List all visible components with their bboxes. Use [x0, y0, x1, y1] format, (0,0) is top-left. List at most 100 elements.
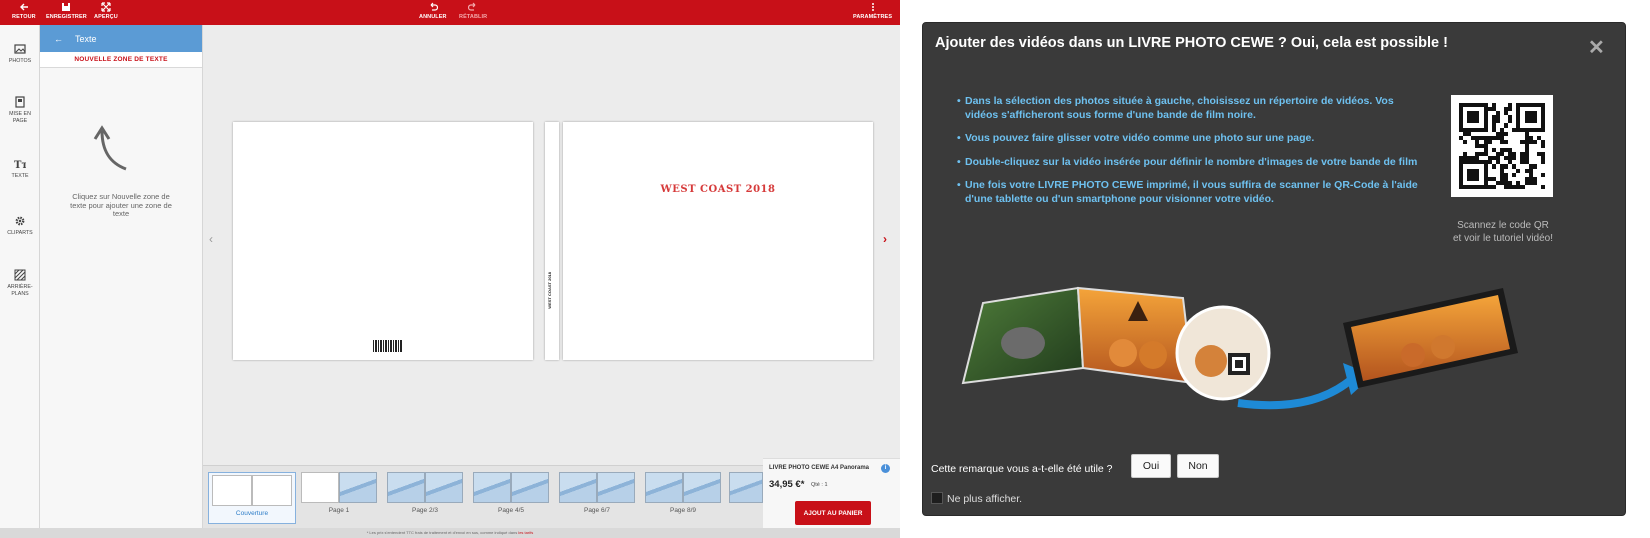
svg-text:Tт: Tт [14, 160, 26, 170]
sidebar-label-mise-en: MISE EN [9, 111, 31, 117]
thumb-label: Page 4/5 [497, 507, 525, 514]
thumb-label: Page 6/7 [583, 507, 611, 514]
thumb-label: Page 8/9 [669, 507, 697, 514]
retablir-button[interactable]: RÉTABLIR [459, 2, 487, 20]
price-footnote: * Les prix s'entendent TTC frais de trai… [0, 528, 900, 538]
spine-title: WEST COAST 2018 [547, 272, 552, 309]
product-price: 34,95 €* [769, 479, 805, 490]
feedback-question: Cette remarque vous a-t-elle été utile ? [931, 463, 1113, 475]
thumb-couverture[interactable]: Couverture [208, 472, 296, 524]
open-book-image [961, 286, 1195, 385]
layout-icon [15, 96, 25, 108]
apercu-button[interactable]: APERÇU [94, 2, 118, 20]
redo-icon [468, 2, 476, 11]
tariffs-link[interactable]: les tarifs [518, 530, 533, 535]
page-thumbnail-strip: Couverture Page 1 Page 2/3 Page 4/5 Page… [203, 465, 763, 528]
product-name: LIVRE PHOTO CEWE A4 Panorama [769, 465, 870, 471]
dialog-title: Ajouter des vidéos dans un LIVRE PHOTO C… [935, 35, 1448, 51]
qr-caption-line-1: Scannez le code QR [1457, 220, 1549, 231]
back-arrow-icon[interactable]: ← [54, 34, 63, 44]
text-icon: Tт [14, 160, 26, 170]
annuler-button[interactable]: ANNULER [419, 2, 447, 20]
info-icon[interactable]: i [881, 464, 890, 473]
sidebar-label-texte: TEXTE [11, 173, 29, 179]
text-panel-hint: Cliquez sur Nouvelle zone de texte pour … [70, 192, 172, 218]
prev-page-chevron-icon[interactable]: ‹ [209, 232, 213, 246]
thumb-label: Page 2/3 [411, 507, 439, 514]
thumb-page-4-5[interactable]: Page 4/5 [471, 472, 551, 524]
close-icon[interactable]: ✕ [1588, 35, 1605, 60]
left-sidebar: PHOTOS MISE EN PAGE Tт TEXTE CLIPARTS AR… [0, 25, 40, 528]
new-text-zone-button[interactable]: NOUVELLE ZONE DE TEXTE [40, 52, 202, 68]
instructions-list: Dans la sélection des photos située à ga… [957, 95, 1419, 216]
sidebar-label-arriere: ARRIÈRE- [7, 284, 33, 290]
text-panel-header[interactable]: ← Texte [40, 25, 202, 52]
parametres-button[interactable]: PARAMÈTRES [853, 2, 892, 20]
cart-panel: LIVRE PHOTO CEWE A4 Panorama i 34,95 €* … [763, 458, 900, 528]
list-item: Dans la sélection des photos située à ga… [957, 95, 1419, 122]
next-page-chevron-icon[interactable]: › [883, 232, 887, 246]
photo-book-illustration [961, 286, 1518, 410]
retour-button[interactable]: RETOUR [12, 2, 36, 20]
list-item: Double-cliquez sur la vidéo insérée pour… [957, 156, 1419, 170]
apercu-label: APERÇU [94, 14, 118, 20]
thumb-page-8-9[interactable]: Page 8/9 [643, 472, 723, 524]
dont-show-checkbox[interactable] [931, 492, 943, 504]
footnote-text: * Les prix s'entendent TTC frais de trai… [366, 530, 519, 535]
enregistrer-label: ENREGISTRER [46, 14, 87, 20]
sidebar-item-cliparts[interactable]: CLIPARTS [0, 215, 40, 237]
product-quantity: Qté : 1 [811, 482, 828, 488]
parametres-label: PARAMÈTRES [853, 14, 893, 20]
background-icon [14, 269, 26, 281]
sidebar-item-photos[interactable]: PHOTOS [0, 43, 40, 65]
qr-caption-line-2: et voir le tutoriel vidéo! [1452, 233, 1554, 244]
text-panel: ← Texte NOUVELLE ZONE DE TEXTE Cliquez s… [40, 25, 203, 528]
curved-arrow-icon [93, 125, 127, 171]
back-cover-page[interactable] [233, 122, 533, 360]
thumb-page-next[interactable] [729, 472, 763, 524]
sidebar-item-mise-en-page[interactable]: MISE EN PAGE [0, 96, 40, 125]
sidebar-label-cliparts: CLIPARTS [7, 230, 33, 236]
book-canvas: ‹ WEST COAST 2018 WEST COAST 2018 › [203, 25, 900, 465]
text-panel-title: Texte [75, 33, 97, 44]
sidebar-item-arriere-plans[interactable]: ARRIÈRE- PLANS [0, 269, 40, 298]
sidebar-label-photos: PHOTOS [8, 58, 32, 64]
thumb-label: Page 1 [328, 507, 350, 514]
more-vertical-icon [871, 3, 874, 11]
top-toolbar: RETOUR ENREGISTRER APERÇU ANNULER RÉTABL… [0, 0, 900, 25]
list-item: Une fois votre LIVRE PHOTO CEWE imprimé,… [957, 179, 1419, 206]
thumb-label: Couverture [235, 510, 269, 517]
qr-code-pattern [1459, 103, 1545, 189]
photo-book-editor: RETOUR ENREGISTRER APERÇU ANNULER RÉTABL… [0, 0, 900, 538]
barcode [373, 340, 403, 352]
smartphone-image [1343, 288, 1518, 388]
photos-icon [14, 44, 26, 54]
thumb-page-1[interactable]: Page 1 [299, 472, 379, 524]
save-icon [62, 3, 71, 11]
thumb-page-2-3[interactable]: Page 2/3 [385, 472, 465, 524]
cover-title[interactable]: WEST COAST 2018 [563, 184, 873, 195]
gear-icon [15, 216, 25, 226]
video-info-dialog: Ajouter des vidéos dans un LIVRE PHOTO C… [922, 22, 1626, 516]
add-to-cart-button[interactable]: AJOUT AU PANIER [795, 501, 871, 525]
retablir-label: RÉTABLIR [459, 14, 488, 20]
enregistrer-button[interactable]: ENREGISTRER [46, 2, 87, 20]
front-cover-page[interactable]: WEST COAST 2018 [563, 122, 873, 360]
dont-show-label[interactable]: Ne plus afficher. [947, 493, 1022, 505]
thumb-page-6-7[interactable]: Page 6/7 [557, 472, 637, 524]
qr-code [1451, 95, 1553, 197]
retour-label: RETOUR [12, 14, 36, 20]
book-spine[interactable]: WEST COAST 2018 [545, 122, 559, 360]
sidebar-label-plans: PLANS [11, 291, 29, 297]
sidebar-label-page: PAGE [12, 118, 28, 124]
sidebar-item-texte[interactable]: Tт TEXTE [0, 158, 40, 180]
arrow-left-icon [19, 3, 28, 11]
fullscreen-icon [101, 2, 111, 12]
yes-button[interactable]: Oui [1131, 454, 1171, 478]
qr-caption: Scannez le code QR et voir le tutoriel v… [1423, 219, 1583, 245]
qr-module [1540, 184, 1545, 189]
qr-zoom-bubble [1175, 305, 1271, 401]
no-button[interactable]: Non [1177, 454, 1219, 478]
list-item: Vous pouvez faire glisser votre vidéo co… [957, 132, 1419, 146]
annuler-label: ANNULER [419, 14, 447, 20]
